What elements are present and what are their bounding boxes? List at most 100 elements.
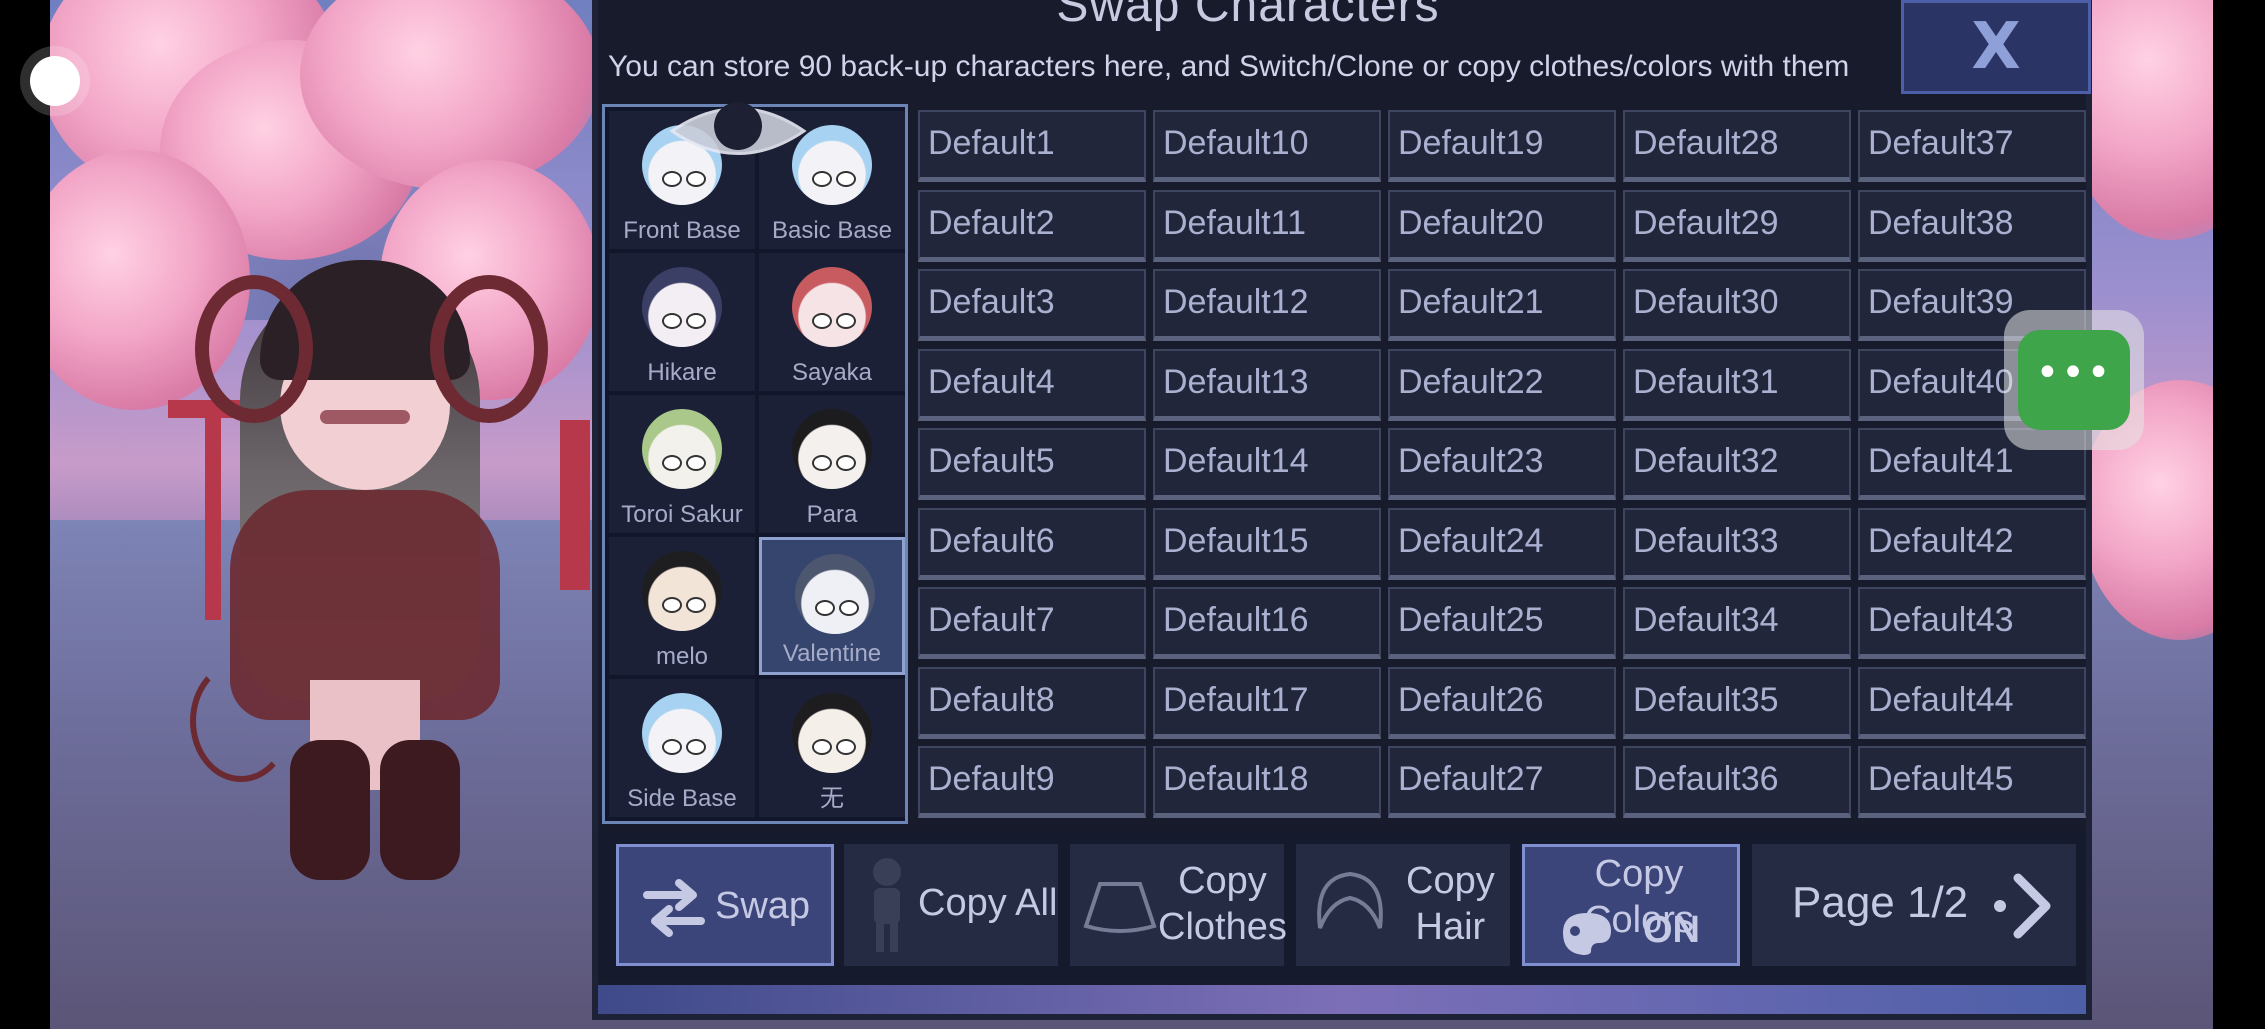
character-slot[interactable]: Default44 xyxy=(1858,666,2086,739)
character-slot[interactable]: Default9 xyxy=(918,746,1146,818)
more-options-inner: ••• xyxy=(2018,330,2130,430)
character-slot[interactable]: Default33 xyxy=(1623,507,1851,580)
character-card[interactable]: Valentine xyxy=(759,537,905,675)
character-card[interactable]: Hikare xyxy=(609,253,755,391)
copy-all-label: Copy All xyxy=(918,882,1058,924)
character-slot[interactable]: Default19 xyxy=(1388,110,1616,182)
slot-label: Default18 xyxy=(1163,760,1309,798)
dialog-subtitle: You can store 90 back-up characters here… xyxy=(608,50,1850,83)
avatar-eye xyxy=(662,455,682,471)
slot-label: Default43 xyxy=(1868,601,2014,639)
character-slot[interactable]: Default13 xyxy=(1153,348,1381,421)
screen-edge xyxy=(0,0,50,1029)
character-preview[interactable] xyxy=(190,220,548,880)
character-slot[interactable]: Default17 xyxy=(1153,666,1381,739)
character-card[interactable]: Para xyxy=(759,395,905,533)
character-slot[interactable]: Default43 xyxy=(1858,587,2086,659)
character-slot[interactable]: Default34 xyxy=(1623,587,1851,659)
character-name: 无 xyxy=(820,785,844,812)
character-slot[interactable]: Default11 xyxy=(1153,189,1381,262)
character-slot[interactable]: Default5 xyxy=(918,428,1146,500)
character-slot[interactable]: Default14 xyxy=(1153,428,1381,500)
character-slot[interactable]: Default4 xyxy=(918,348,1146,421)
character-slot[interactable]: Default45 xyxy=(1858,746,2086,818)
character-avatar xyxy=(792,693,872,773)
avatar-eye xyxy=(836,739,856,755)
slot-label: Default28 xyxy=(1633,124,1779,162)
character-slot[interactable]: Default25 xyxy=(1388,587,1616,659)
copy-hair-button[interactable]: Copy Hair xyxy=(1296,844,1510,966)
character-slot[interactable]: Default7 xyxy=(918,587,1146,659)
assistive-touch-button[interactable] xyxy=(30,56,80,106)
avatar-eye xyxy=(815,600,835,616)
character-slot[interactable]: Default22 xyxy=(1388,348,1616,421)
character-slot[interactable]: Default23 xyxy=(1388,428,1616,500)
slot-label: Default2 xyxy=(928,203,1055,242)
slot-label: Default7 xyxy=(928,601,1055,639)
character-avatar xyxy=(642,693,722,773)
slot-label: Default26 xyxy=(1398,680,1544,719)
character-slot[interactable]: Default8 xyxy=(918,666,1146,739)
character-slot[interactable]: Default2 xyxy=(918,189,1146,262)
dialog-body: Swap Characters You can store 90 back-up… xyxy=(598,0,2091,1014)
slot-label: Default13 xyxy=(1163,362,1309,401)
slot-label: Default20 xyxy=(1398,203,1544,242)
dialog-header: Swap Characters You can store 90 back-up… xyxy=(598,0,1898,96)
character-card[interactable]: melo xyxy=(609,537,755,675)
slot-label: Default21 xyxy=(1398,283,1544,321)
avatar-eye xyxy=(839,600,859,616)
character-slot[interactable]: Default20 xyxy=(1388,189,1616,262)
character-slot[interactable]: Default28 xyxy=(1623,110,1851,182)
character-slot[interactable]: Default36 xyxy=(1623,746,1851,818)
slot-label: Default22 xyxy=(1398,362,1544,401)
character-slot[interactable]: Default29 xyxy=(1623,189,1851,262)
character-slot[interactable]: Default1 xyxy=(918,110,1146,182)
character-slot[interactable]: Default15 xyxy=(1153,507,1381,580)
character-slot[interactable]: Default10 xyxy=(1153,110,1381,182)
character-slot[interactable]: Default3 xyxy=(918,269,1146,341)
slot-label: Default40 xyxy=(1868,362,2014,401)
more-options-button[interactable]: ••• xyxy=(2004,310,2144,450)
saved-characters-list[interactable]: Front Base Basic Base Hikare Sayaka Toroi Sa… xyxy=(602,104,908,824)
character-slot[interactable]: Default21 xyxy=(1388,269,1616,341)
character-slot[interactable]: Default38 xyxy=(1858,189,2086,262)
character-slot[interactable]: Default31 xyxy=(1623,348,1851,421)
character-card[interactable]: 无 xyxy=(759,679,905,817)
copy-clothes-button[interactable]: Copy Clothes xyxy=(1070,844,1287,966)
slot-label: Default37 xyxy=(1868,124,2014,162)
copy-all-button[interactable]: Copy All xyxy=(844,844,1058,966)
character-card[interactable]: Side Base xyxy=(609,679,755,817)
character-slot[interactable]: Default37 xyxy=(1858,110,2086,182)
character-card[interactable]: Toroi Sakur xyxy=(609,395,755,533)
slot-label: Default35 xyxy=(1633,680,1779,719)
close-button[interactable]: X xyxy=(1901,0,2091,94)
copy-hair-label: Copy Hair xyxy=(1406,858,1495,950)
slot-label: Default38 xyxy=(1868,203,2014,242)
swap-characters-dialog: Swap Characters You can store 90 back-up… xyxy=(592,0,2092,1020)
character-card[interactable]: Sayaka xyxy=(759,253,905,391)
copy-colors-state: ON xyxy=(1643,909,1700,951)
slot-label: Default32 xyxy=(1633,442,1779,480)
copy-clothes-label-line2: Clothes xyxy=(1158,906,1287,948)
character-boot xyxy=(380,740,460,880)
character-slot[interactable]: Default42 xyxy=(1858,507,2086,580)
avatar-eye xyxy=(812,455,832,471)
character-slot[interactable]: Default12 xyxy=(1153,269,1381,341)
character-slot[interactable]: Default35 xyxy=(1623,666,1851,739)
character-slot[interactable]: Default16 xyxy=(1153,587,1381,659)
swap-button[interactable]: Swap xyxy=(616,844,834,966)
next-page-button[interactable]: Page 1/2 xyxy=(1752,844,2076,966)
character-slot[interactable]: Default26 xyxy=(1388,666,1616,739)
character-slot[interactable]: Default32 xyxy=(1623,428,1851,500)
avatar-eye xyxy=(686,739,706,755)
slot-label: Default4 xyxy=(928,362,1055,401)
character-slot[interactable]: Default24 xyxy=(1388,507,1616,580)
character-slot[interactable]: Default30 xyxy=(1623,269,1851,341)
character-slot[interactable]: Default18 xyxy=(1153,746,1381,818)
character-slot[interactable]: Default27 xyxy=(1388,746,1616,818)
copy-colors-toggle[interactable]: Copy Colors ON xyxy=(1522,844,1740,966)
avatar-eye xyxy=(662,171,682,187)
copy-clothes-label: Copy Clothes xyxy=(1158,858,1287,950)
character-slot[interactable]: Default6 xyxy=(918,507,1146,580)
eye-icon[interactable] xyxy=(668,96,808,166)
